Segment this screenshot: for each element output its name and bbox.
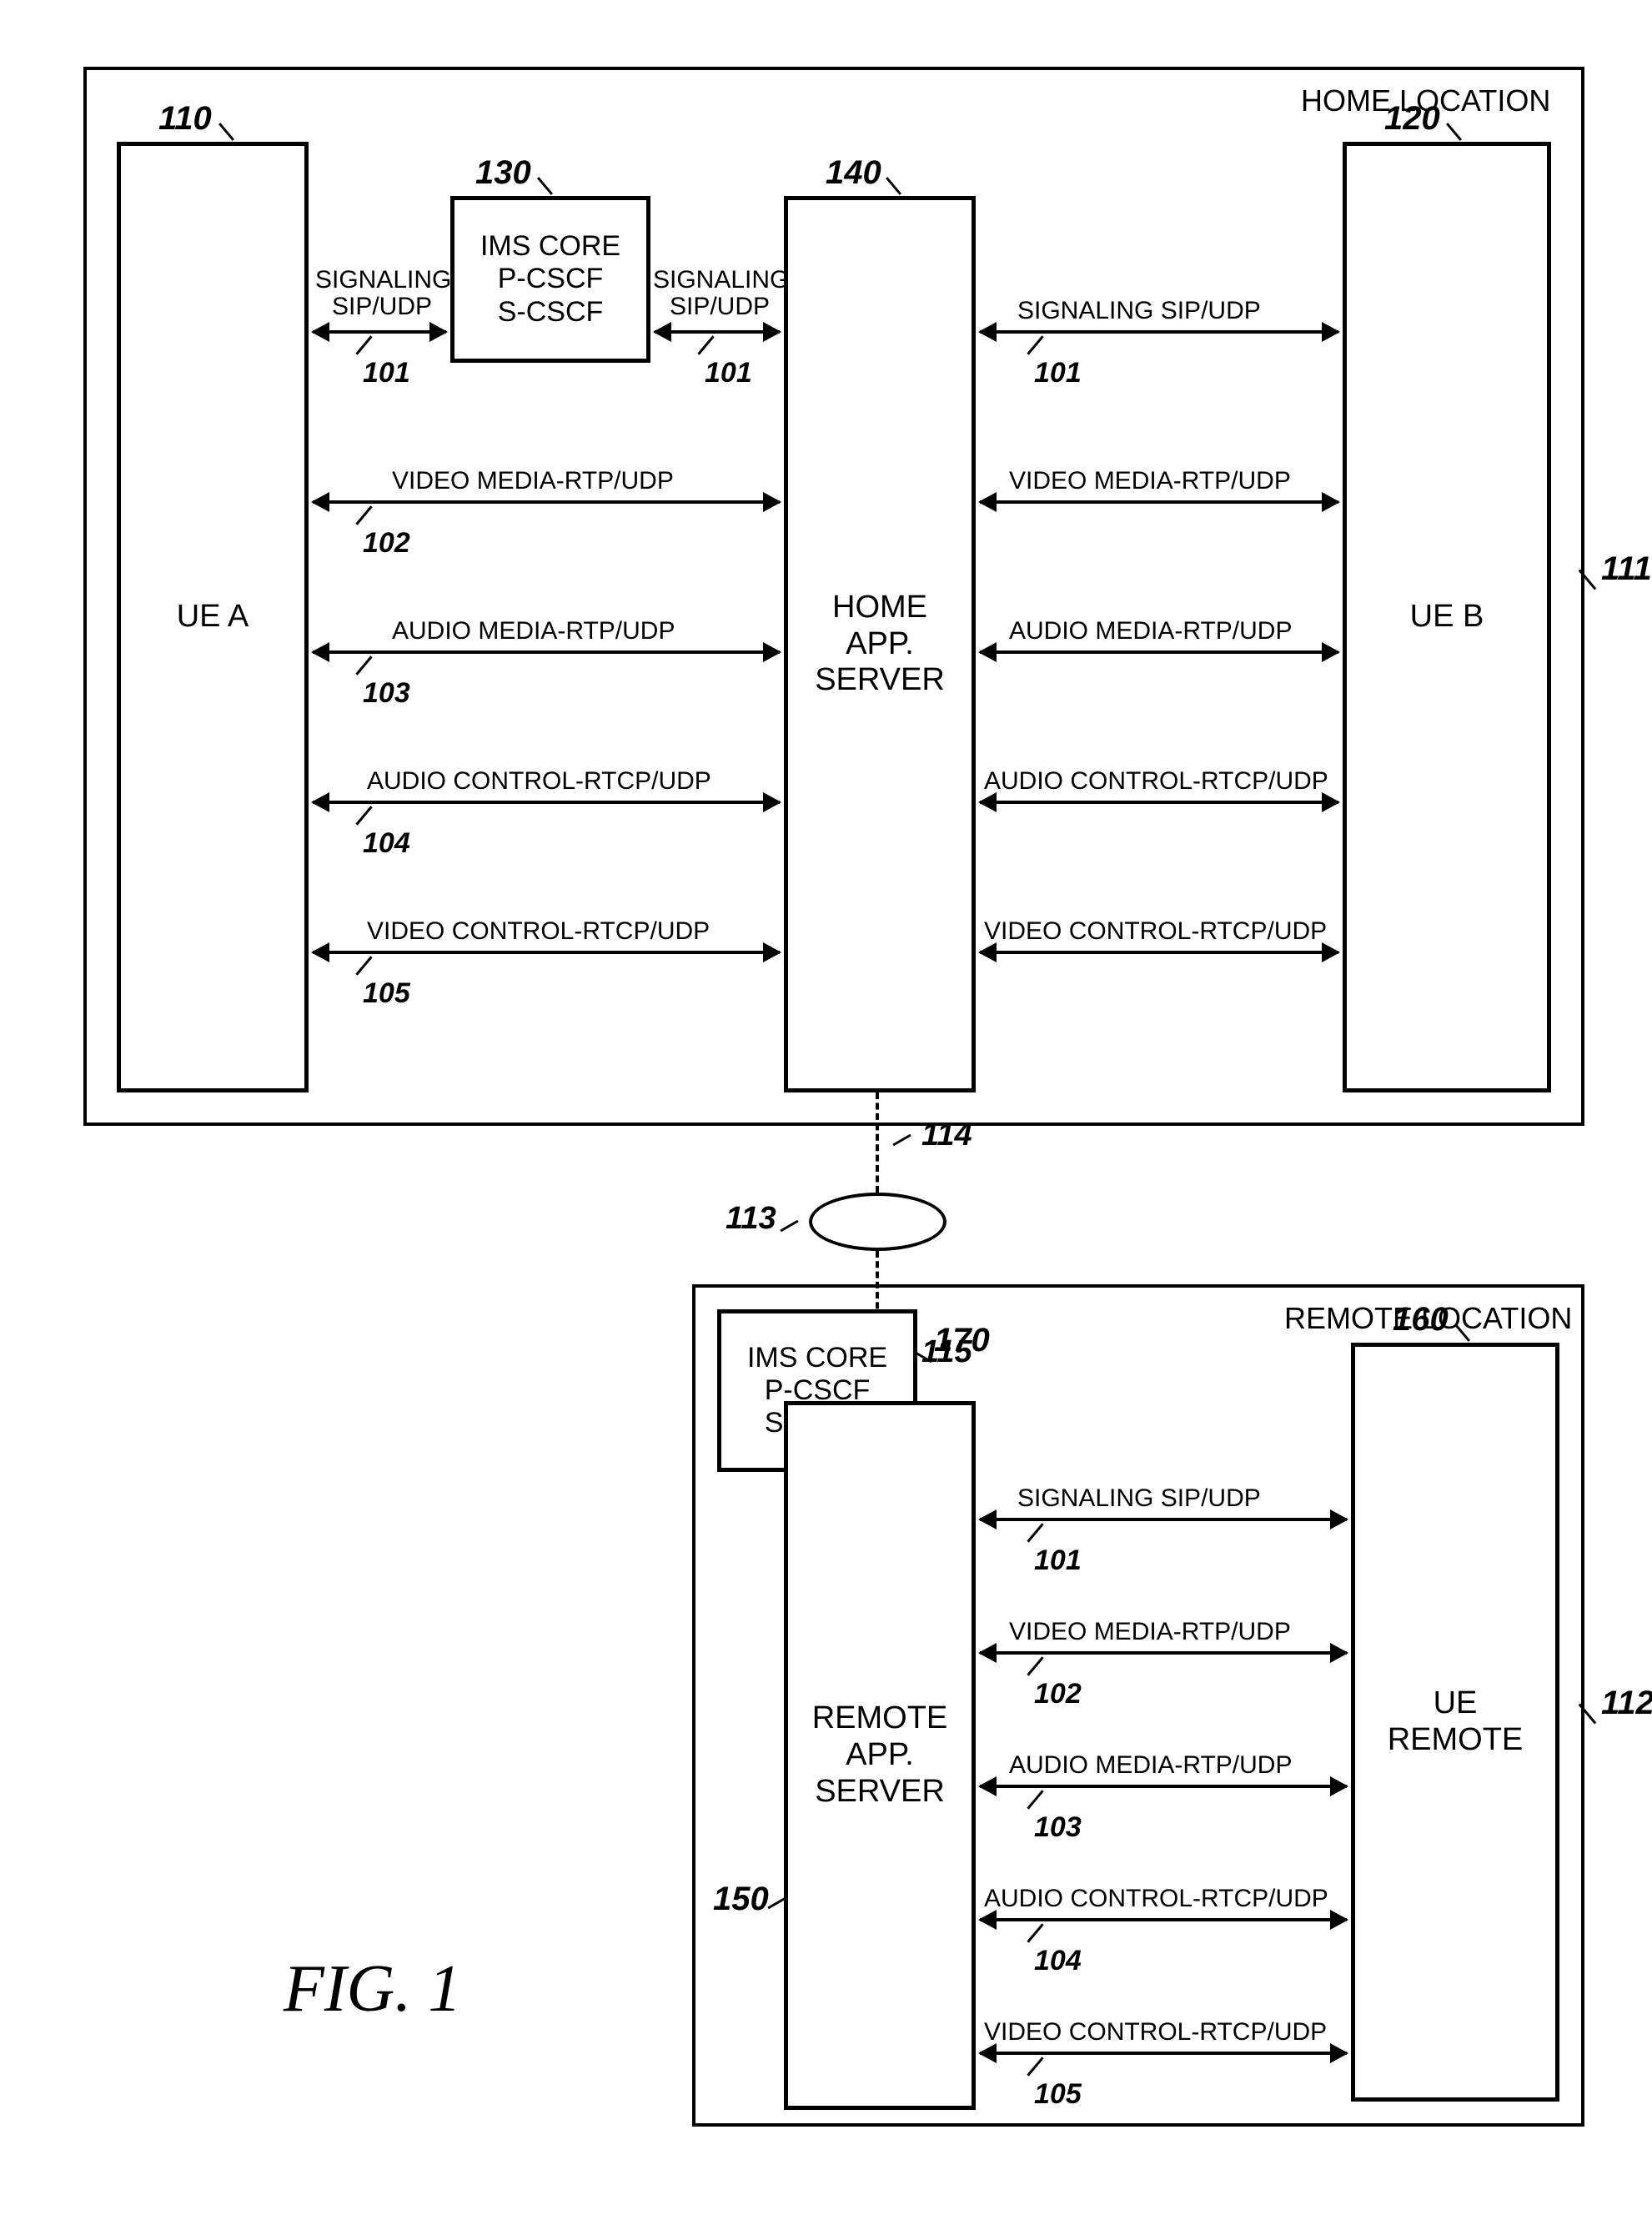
remote-ims-l1: IMS CORE <box>747 1342 887 1374</box>
ue-remote-l1: UE <box>1434 1685 1478 1722</box>
label-rem-sig: SIGNALING SIP/UDP <box>1017 1484 1261 1513</box>
arrow-server-ueb-vm <box>980 500 1338 504</box>
label-server-ueb-ac: AUDIO CONTROL-RTCP/UDP <box>984 767 1328 796</box>
ref-rem-102: 102 <box>1034 1678 1082 1710</box>
remote-server-block: REMOTE APP. SERVER <box>784 1401 976 2110</box>
label-rem-ac: AUDIO CONTROL-RTCP/UDP <box>984 1885 1328 1913</box>
arrow-uea-audio-media <box>313 650 780 654</box>
ref-113: 113 <box>726 1201 776 1237</box>
remote-server-l2: APP. <box>846 1737 914 1774</box>
arrow-ims-server <box>655 330 780 334</box>
home-ims-l2: P-CSCF <box>498 263 604 295</box>
home-ims-ref: 130 <box>475 154 531 192</box>
diagram-canvas: HOME LOCATION 111 UE A 110 IMS CORE P-CS… <box>33 33 1618 2202</box>
ref-server-ueb-101: 101 <box>1034 357 1082 389</box>
home-ref: 111 <box>1601 550 1652 588</box>
label-rem-vm: VIDEO MEDIA-RTP/UDP <box>1009 1618 1291 1646</box>
arrow-rem-am <box>980 1785 1347 1788</box>
remote-ims-ref: 170 <box>934 1322 990 1359</box>
arrow-rem-vm <box>980 1651 1347 1655</box>
ref-rem-103: 103 <box>1034 1811 1082 1844</box>
arrow-server-ueb-am <box>980 650 1338 654</box>
label-uea-audio-media: AUDIO MEDIA-RTP/UDP <box>392 617 675 645</box>
ref-uea-102: 102 <box>363 527 410 560</box>
remote-server-ref: 150 <box>713 1881 769 1918</box>
arrow-server-ueb-vc <box>980 951 1338 954</box>
label-rem-am: AUDIO MEDIA-RTP/UDP <box>1009 1751 1292 1780</box>
arrow-rem-sig <box>980 1518 1347 1521</box>
ue-remote-ref: 160 <box>1393 1301 1449 1338</box>
label-rem-vc: VIDEO CONTROL-RTCP/UDP <box>984 2018 1327 2047</box>
ue-a-ref: 110 <box>158 100 212 138</box>
label-server-ueb-sig: SIGNALING SIP/UDP <box>1017 297 1261 325</box>
ue-a-block: UE A <box>117 142 309 1092</box>
ref-uea-105: 105 <box>363 977 410 1010</box>
label-server-ueb-am: AUDIO MEDIA-RTP/UDP <box>1009 617 1292 645</box>
tick-113 <box>780 1220 798 1233</box>
arrow-uea-ims <box>313 330 446 334</box>
ue-b-block: UE B <box>1343 142 1551 1092</box>
ue-a-label: UE A <box>177 599 249 635</box>
ue-remote-block: UE REMOTE <box>1351 1343 1559 2102</box>
figure-label: FIG. 1 <box>284 1951 461 2027</box>
arrow-uea-video-ctrl <box>313 951 780 954</box>
home-server-l1: HOME <box>832 590 927 626</box>
ref-114: 114 <box>921 1118 972 1153</box>
arrow-rem-vc <box>980 2052 1347 2055</box>
remote-server-l3: SERVER <box>815 1774 945 1811</box>
cloud <box>809 1193 947 1251</box>
label-server-ueb-vm: VIDEO MEDIA-RTP/UDP <box>1009 467 1291 495</box>
arrow-rem-ac <box>980 1918 1347 1921</box>
label-uea-ims-sig: SIGNALING SIP/UDP <box>315 267 449 319</box>
home-server-l2: APP. <box>846 626 914 663</box>
ue-b-ref: 120 <box>1384 100 1440 138</box>
home-ims-block: IMS CORE P-CSCF S-CSCF <box>450 196 650 363</box>
arrow-uea-audio-ctrl <box>313 801 780 804</box>
arrow-server-ueb-ac <box>980 801 1338 804</box>
label-uea-video-media: VIDEO MEDIA-RTP/UDP <box>392 467 674 495</box>
label-server-ueb-vc: VIDEO CONTROL-RTCP/UDP <box>984 917 1327 946</box>
ref-rem-105: 105 <box>1034 2078 1082 2111</box>
ref-uea-104: 104 <box>363 827 410 860</box>
remote-ref: 112 <box>1601 1685 1652 1722</box>
label-uea-audio-ctrl: AUDIO CONTROL-RTCP/UDP <box>367 767 711 796</box>
ref-rem-101: 101 <box>1034 1544 1082 1577</box>
ref-ims-server-101: 101 <box>705 357 752 389</box>
home-server-l3: SERVER <box>815 662 945 699</box>
home-server-ref: 140 <box>826 154 881 192</box>
home-ims-l3: S-CSCF <box>498 296 604 329</box>
label-uea-video-ctrl: VIDEO CONTROL-RTCP/UDP <box>367 917 710 946</box>
ref-uea-103: 103 <box>363 677 410 710</box>
arrow-uea-video-media <box>313 500 780 504</box>
ue-remote-l2: REMOTE <box>1388 1722 1524 1759</box>
home-ims-l1: IMS CORE <box>480 230 620 263</box>
arrow-server-ueb-sig <box>980 330 1338 334</box>
home-server-block: HOME APP. SERVER <box>784 196 976 1092</box>
ue-b-label: UE B <box>1410 599 1484 635</box>
label-ims-server-sig: SIGNALING SIP/UDP <box>653 267 786 319</box>
ref-rem-104: 104 <box>1034 1945 1082 1977</box>
dash-top <box>876 1092 879 1193</box>
ref-uea-ims-101: 101 <box>363 357 410 389</box>
tick-114 <box>892 1134 911 1147</box>
remote-server-l1: REMOTE <box>812 1700 948 1737</box>
